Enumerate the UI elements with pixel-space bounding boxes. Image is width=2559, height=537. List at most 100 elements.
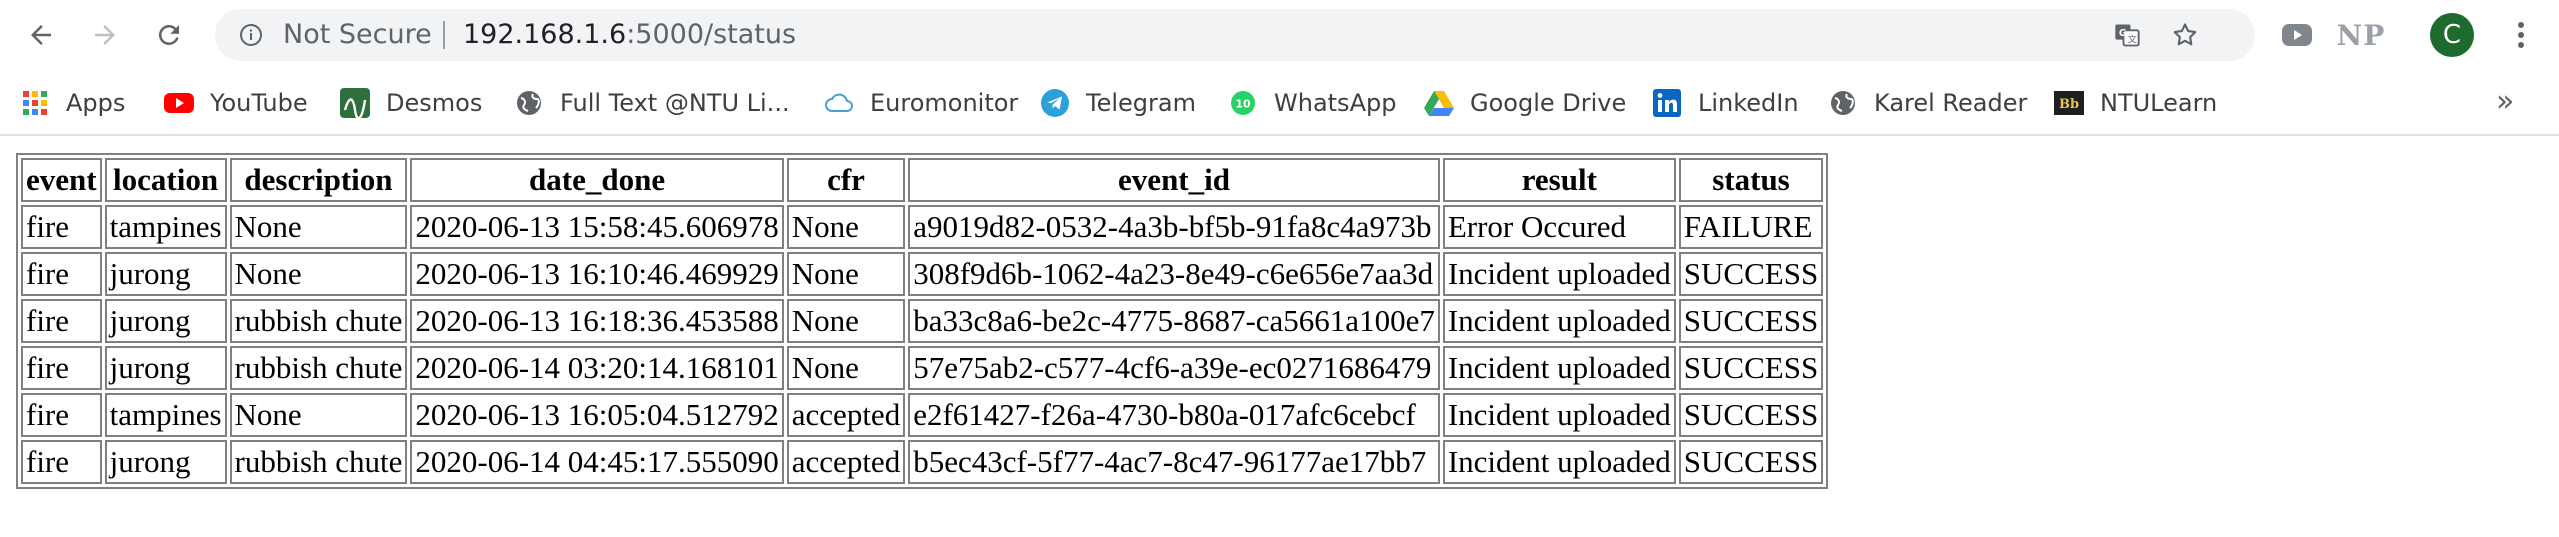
cell-event: fire [21,346,102,390]
blackboard-icon: Bb [2054,88,2084,118]
reload-icon [158,24,179,45]
google-drive-icon [1424,88,1454,118]
bookmark-label: Desmos [386,89,483,117]
table-row: fire jurong rubbish chute 2020-06-13 16:18:… [21,299,1824,343]
avatar-letter: C [2442,20,2462,50]
cell-date-done: 2020-06-14 04:45:17.555090 [410,440,784,484]
youtube-icon [164,88,194,118]
column-header-cfr: cfr [786,158,906,202]
np-extension-button[interactable]: NP [2336,14,2386,56]
cell-result: Incident uploaded [1442,346,1676,390]
url-text[interactable]: 192.168.1.6:5000/status [463,9,796,61]
security-status-label[interactable]: Not Secure [283,9,432,61]
star-bookmark-icon[interactable] [2171,21,2199,49]
table-body: fire tampines None 2020-06-13 15:58:45.6069… [21,205,1824,484]
address-separator [443,21,445,49]
np-extension-label: NP [2336,18,2386,52]
cell-location: tampines [104,205,227,249]
bookmark-telegram[interactable]: Telegram [1040,86,1196,120]
cell-location: jurong [104,299,227,343]
column-header-description: description [229,158,408,202]
back-arrow-icon [31,25,51,45]
forward-arrow-icon [95,25,115,45]
back-button[interactable] [20,14,62,56]
cell-status: SUCCESS [1678,440,1824,484]
bookmark-linkedin[interactable]: LinkedIn [1652,86,1799,120]
cell-result: Incident uploaded [1442,440,1676,484]
forward-button[interactable] [84,14,126,56]
cell-cfr: None [786,252,906,296]
cell-date-done: 2020-06-13 16:10:46.469929 [410,252,784,296]
table-row: fire tampines None 2020-06-13 15:58:45.6069… [21,205,1824,249]
table-row: fire jurong None 2020-06-13 16:10:46.469929… [21,252,1824,296]
bookmark-label: LinkedIn [1698,89,1799,117]
table-header-row: event location description date_done cfr even… [21,158,1824,202]
bookmark-ntulearn[interactable]: Bb NTULearn [2054,86,2217,120]
cell-date-done: 2020-06-13 16:05:04.512792 [410,393,784,437]
bookmark-apps[interactable]: Apps [20,86,125,120]
bookmark-label: Apps [66,89,126,117]
bookmark-label: Euromonitor [870,89,1019,117]
cell-location: jurong [104,346,227,390]
bookmark-full-text-ntu[interactable]: Full Text @NTU Li... [514,86,790,120]
cell-cfr: accepted [786,440,906,484]
page-content: event location description date_done cfr even… [16,153,1829,489]
browser-toolbar: Not Secure 192.168.1.6:5000/status G 文 N… [0,0,2559,70]
bookmark-youtube[interactable]: YouTube [164,86,308,120]
cell-description: rubbish chute [229,346,408,390]
cell-event-id: a9019d82-0532-4a3b-bf5b-91fa8c4a973b [908,205,1440,249]
more-menu-icon[interactable] [2500,14,2542,56]
cloud-icon [824,88,854,118]
cell-event-id: 308f9d6b-1062-4a23-8e49-c6e656e7aa3d [908,252,1440,296]
cell-description: None [229,205,408,249]
cell-result: Incident uploaded [1442,252,1676,296]
column-header-event-id: event_id [908,158,1440,202]
svg-text:Bb: Bb [2059,97,2079,112]
bookmark-label: NTULearn [2100,89,2218,117]
cell-event: fire [21,205,102,249]
bookmark-desmos[interactable]: Desmos [340,86,482,120]
bookmark-label: Google Drive [1470,89,1627,117]
cell-event-id: 57e75ab2-c577-4cf6-a39e-ec0271686479 [908,346,1440,390]
table-row: fire jurong rubbish chute 2020-06-14 03:20:… [21,346,1824,390]
cell-description: None [229,393,408,437]
cell-status: SUCCESS [1678,299,1824,343]
bookmark-label: Telegram [1086,89,1196,117]
profile-avatar[interactable]: C [2430,13,2474,57]
bookmark-euromonitor[interactable]: Euromonitor [824,86,1018,120]
bookmark-label: YouTube [210,89,308,117]
cell-cfr: accepted [786,393,906,437]
bookmark-google-drive[interactable]: Google Drive [1424,86,1626,120]
cell-event: fire [21,393,102,437]
cell-result: Incident uploaded [1442,393,1676,437]
globe-icon [1828,88,1858,118]
bookmark-karel-reader[interactable]: Karel Reader [1828,86,2027,120]
bookmark-label: Full Text @NTU Li... [560,89,790,117]
cell-status: FAILURE [1678,205,1824,249]
cell-event-id: ba33c8a6-be2c-4775-8687-ca5661a100e7 [908,299,1440,343]
reload-button[interactable] [148,14,190,56]
cell-cfr: None [786,299,906,343]
column-header-result: result [1442,158,1676,202]
bookmarks-overflow-button[interactable]: » [2496,84,2514,119]
media-play-icon [2282,24,2312,46]
address-bar[interactable]: Not Secure 192.168.1.6:5000/status G 文 [215,9,2255,61]
cell-result: Incident uploaded [1442,299,1676,343]
cell-date-done: 2020-06-14 03:20:14.168101 [410,346,784,390]
video-extension-button[interactable] [2280,14,2314,56]
url-path: :5000/status [626,19,797,50]
bookmark-label: WhatsApp [1274,89,1397,117]
cell-cfr: None [786,205,906,249]
info-icon[interactable] [239,23,263,47]
column-header-status: status [1678,158,1824,202]
cell-event-id: b5ec43cf-5f77-4ac7-8c47-96177ae17bb7 [908,440,1440,484]
cell-event: fire [21,440,102,484]
cell-description: rubbish chute [229,440,408,484]
cell-event: fire [21,299,102,343]
translate-icon[interactable]: G 文 [2113,21,2141,49]
column-header-date-done: date_done [410,158,784,202]
cell-event: fire [21,252,102,296]
svg-text:文: 文 [2128,34,2137,46]
bookmark-whatsapp[interactable]: 10 WhatsApp [1228,86,1396,120]
whatsapp-icon: 10 [1228,88,1258,118]
